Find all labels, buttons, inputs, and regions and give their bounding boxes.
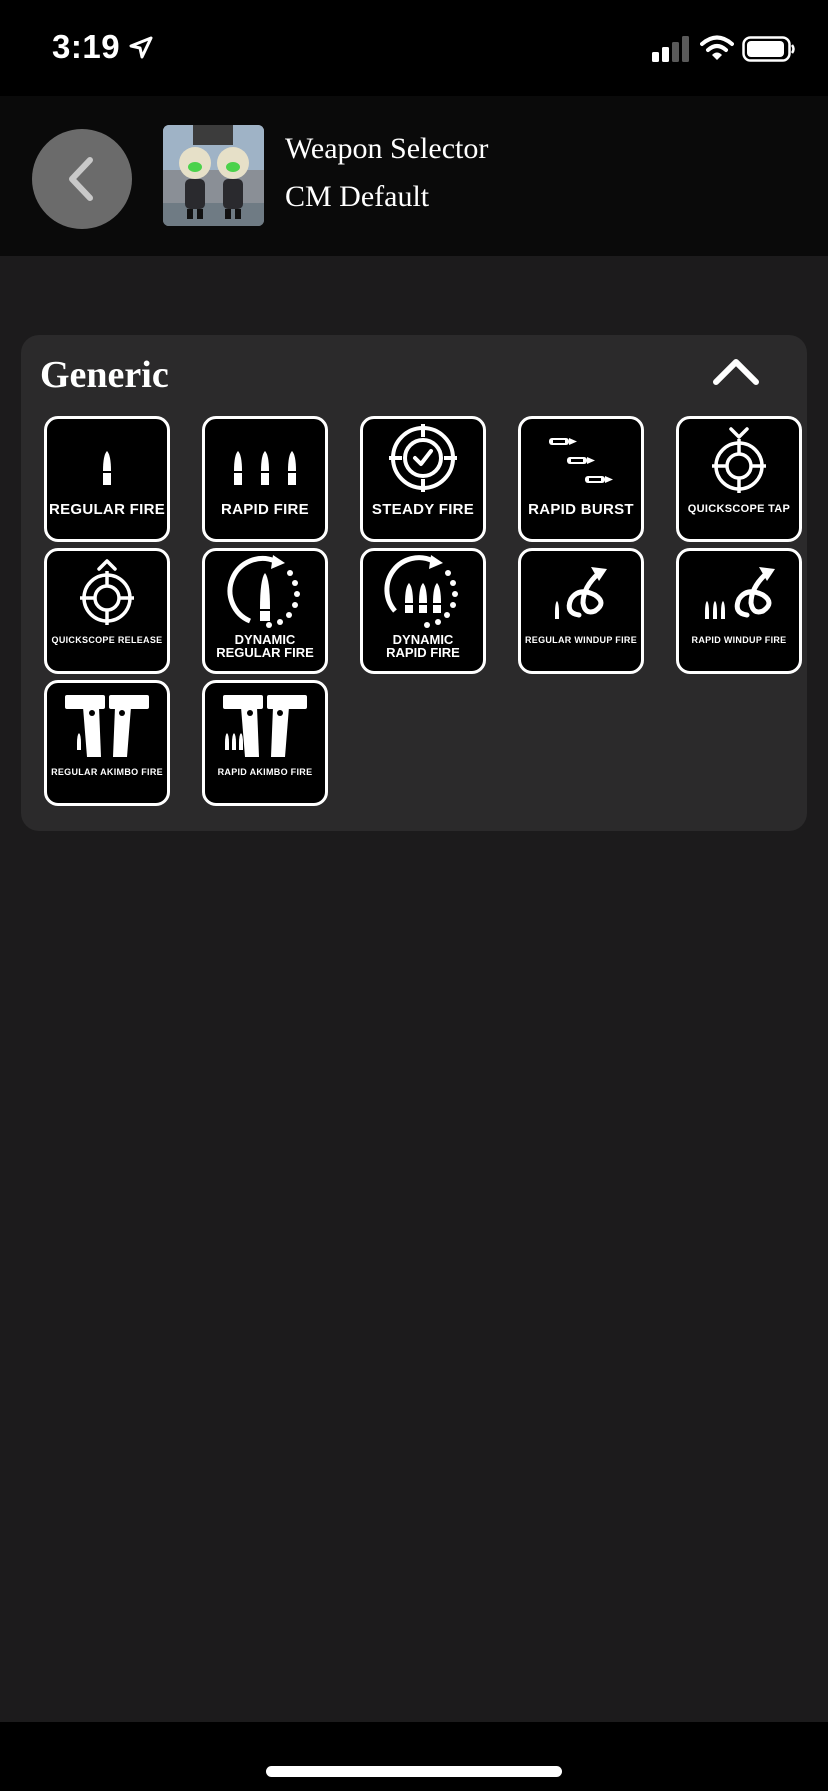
dynamic-regular-fire-button[interactable]: DYNAMIC REGULAR FIRE bbox=[202, 548, 328, 674]
home-indicator-area bbox=[0, 1722, 828, 1791]
triple-bullet-icon bbox=[234, 451, 296, 485]
rapid-akimbo-fire-button[interactable]: RAPID AKIMBO FIRE bbox=[202, 680, 328, 806]
tile-label: RAPID FIRE bbox=[220, 501, 309, 518]
nav-subtitle: CM Default bbox=[285, 180, 430, 213]
tile-label: RAPID BURST bbox=[528, 501, 634, 518]
quickscope-tap-button[interactable]: QUICKSCOPE TAP bbox=[676, 416, 802, 542]
tile-label: DYNAMIC RAPID FIRE bbox=[363, 633, 483, 659]
tile-label-line2: REGULAR FIRE bbox=[216, 645, 314, 660]
windup-single-icon bbox=[555, 567, 607, 619]
regular-akimbo-fire-button[interactable]: REGULAR AKIMBO FIRE bbox=[44, 680, 170, 806]
tile-label: REGULAR FIRE bbox=[48, 501, 166, 518]
battery-icon bbox=[742, 36, 795, 62]
status-time: 3:19 bbox=[52, 28, 121, 65]
chevron-up-icon[interactable] bbox=[708, 350, 764, 390]
tile-label: REGULAR AKIMBO FIRE bbox=[51, 767, 163, 777]
tile-label: DYNAMIC REGULAR FIRE bbox=[205, 633, 325, 659]
akimbo-pistols-triple-icon bbox=[223, 695, 307, 757]
section-title: Generic bbox=[40, 354, 169, 396]
windup-triple-icon bbox=[705, 567, 775, 619]
rapid-windup-fire-button[interactable]: RAPID WINDUP FIRE bbox=[676, 548, 802, 674]
wifi-icon bbox=[700, 35, 734, 60]
location-arrow-icon bbox=[129, 36, 153, 59]
rapid-burst-button[interactable]: RAPID BURST bbox=[518, 416, 644, 542]
steady-fire-button[interactable]: STEADY FIRE bbox=[360, 416, 486, 542]
tile-label: REGULAR WINDUP FIRE bbox=[524, 635, 638, 645]
regular-fire-button[interactable]: REGULAR FIRE bbox=[44, 416, 170, 542]
quickscope-release-icon bbox=[80, 559, 134, 625]
quickscope-tap-icon bbox=[712, 427, 766, 493]
tile-label: QUICKSCOPE RELEASE bbox=[51, 635, 163, 645]
nav-title: Weapon Selector bbox=[285, 132, 489, 165]
cellular-signal-icon bbox=[652, 36, 689, 62]
tile-label: RAPID WINDUP FIRE bbox=[691, 635, 787, 645]
quickscope-release-button[interactable]: QUICKSCOPE RELEASE bbox=[44, 548, 170, 674]
single-bullet-icon bbox=[103, 451, 111, 485]
tile-label-line2: RAPID FIRE bbox=[386, 645, 460, 660]
dynamic-rapid-fire-button[interactable]: DYNAMIC RAPID FIRE bbox=[360, 548, 486, 674]
home-indicator[interactable] bbox=[266, 1766, 562, 1777]
chevron-left-icon bbox=[69, 157, 93, 201]
back-button[interactable] bbox=[32, 129, 132, 229]
status-bar: 3:19 bbox=[0, 0, 828, 96]
regular-windup-fire-button[interactable]: REGULAR WINDUP FIRE bbox=[518, 548, 644, 674]
tile-label: RAPID AKIMBO FIRE bbox=[217, 767, 313, 777]
nav-bar: Weapon Selector CM Default bbox=[0, 96, 828, 256]
akimbo-pistols-single-icon bbox=[65, 695, 149, 757]
tile-label: QUICKSCOPE TAP bbox=[687, 503, 791, 515]
rapid-fire-button[interactable]: RAPID FIRE bbox=[202, 416, 328, 542]
crosshair-check-icon bbox=[389, 424, 457, 492]
tile-label: STEADY FIRE bbox=[371, 501, 475, 518]
profile-thumbnail bbox=[163, 125, 264, 226]
burst-bullets-icon bbox=[549, 438, 613, 483]
